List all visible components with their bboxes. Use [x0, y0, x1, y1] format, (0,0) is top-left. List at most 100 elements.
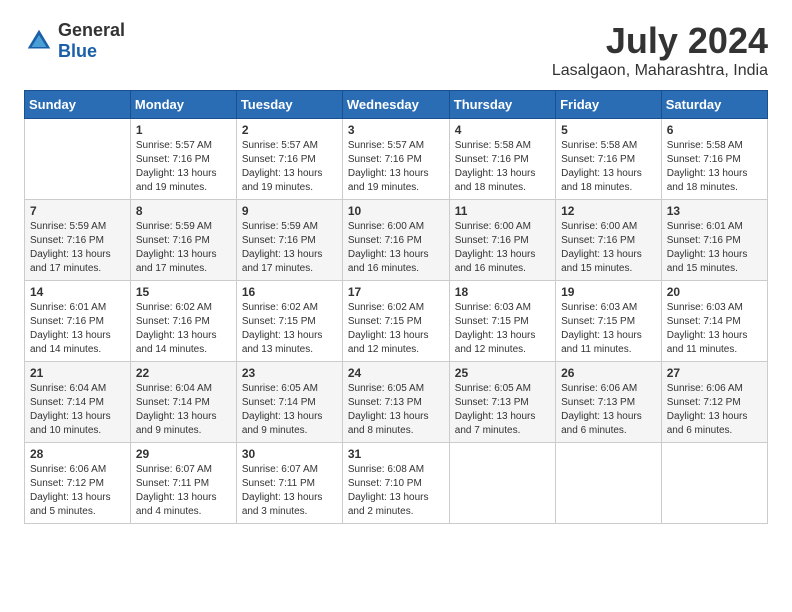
calendar-cell: 26Sunrise: 6:06 AMSunset: 7:13 PMDayligh…: [556, 362, 662, 443]
calendar-cell: 19Sunrise: 6:03 AMSunset: 7:15 PMDayligh…: [556, 281, 662, 362]
month-year: July 2024: [552, 20, 768, 62]
day-number: 7: [30, 204, 125, 218]
page-header: General Blue July 2024 Lasalgaon, Mahara…: [24, 20, 768, 80]
day-info: Sunrise: 6:00 AMSunset: 7:16 PMDaylight:…: [455, 220, 550, 276]
day-info: Sunrise: 6:02 AMSunset: 7:15 PMDaylight:…: [348, 301, 444, 357]
day-number: 14: [30, 285, 125, 299]
calendar-table: Sunday Monday Tuesday Wednesday Thursday…: [24, 90, 768, 524]
calendar-cell: [556, 443, 662, 524]
calendar-cell: 20 Sunrise: 6:03 AMSunset: 7:14 PMDayligh…: [661, 281, 767, 362]
day-number: 11: [455, 204, 550, 218]
calendar-week-1: 1 Sunrise: 5:57 AMSunset: 7:16 PMDaylight…: [25, 119, 768, 200]
calendar-week-5: 28 Sunrise: 6:06 AMSunset: 7:12 PMDayligh…: [25, 443, 768, 524]
logo-text: General Blue: [58, 20, 125, 62]
calendar-week-2: 7 Sunrise: 5:59 AMSunset: 7:16 PMDaylight…: [25, 200, 768, 281]
calendar-week-3: 14 Sunrise: 6:01 AMSunset: 7:16 PMDayligh…: [25, 281, 768, 362]
day-info: Sunrise: 5:58 AMSunset: 7:16 PMDaylight:…: [455, 139, 550, 195]
calendar-cell: 4 Sunrise: 5:58 AMSunset: 7:16 PMDaylight…: [449, 119, 555, 200]
day-info: Sunrise: 6:01 AMSunset: 7:16 PMDaylight:…: [30, 301, 125, 357]
title-section: July 2024 Lasalgaon, Maharashtra, India: [552, 20, 768, 80]
day-info: Sunrise: 6:06 AMSunset: 7:12 PMDaylight:…: [667, 382, 762, 438]
col-tuesday: Tuesday: [236, 91, 342, 119]
day-info: Sunrise: 5:59 AMSunset: 7:16 PMDaylight:…: [136, 220, 231, 276]
day-info: Sunrise: 6:07 AMSunset: 7:11 PMDaylight:…: [136, 463, 231, 519]
day-info: Sunrise: 5:59 AMSunset: 7:16 PMDaylight:…: [242, 220, 337, 276]
calendar-cell: 18Sunrise: 6:03 AMSunset: 7:15 PMDayligh…: [449, 281, 555, 362]
day-number: 27: [667, 366, 762, 380]
calendar-cell: 11 Sunrise: 6:00 AMSunset: 7:16 PMDayligh…: [449, 200, 555, 281]
day-info: Sunrise: 6:05 AMSunset: 7:13 PMDaylight:…: [348, 382, 444, 438]
day-info: Sunrise: 6:05 AMSunset: 7:14 PMDaylight:…: [242, 382, 337, 438]
calendar-cell: 16 Sunrise: 6:02 AMSunset: 7:15 PMDayligh…: [236, 281, 342, 362]
calendar-cell: 14 Sunrise: 6:01 AMSunset: 7:16 PMDayligh…: [25, 281, 131, 362]
day-number: 10: [348, 204, 444, 218]
day-number: 28: [30, 447, 125, 461]
day-info: Sunrise: 6:08 AMSunset: 7:10 PMDaylight:…: [348, 463, 444, 519]
day-info: Sunrise: 6:03 AMSunset: 7:15 PMDaylight:…: [561, 301, 656, 357]
day-info: Sunrise: 6:02 AMSunset: 7:15 PMDaylight:…: [242, 301, 337, 357]
day-number: 2: [242, 123, 337, 137]
logo-blue: Blue: [58, 41, 97, 61]
calendar-cell: 15 Sunrise: 6:02 AMSunset: 7:16 PMDayligh…: [130, 281, 236, 362]
day-number: 4: [455, 123, 550, 137]
calendar-cell: 22 Sunrise: 6:04 AMSunset: 7:14 PMDayligh…: [130, 362, 236, 443]
calendar-cell: 21Sunrise: 6:04 AMSunset: 7:14 PMDayligh…: [25, 362, 131, 443]
day-info: Sunrise: 5:59 AMSunset: 7:16 PMDaylight:…: [30, 220, 125, 276]
day-info: Sunrise: 6:05 AMSunset: 7:13 PMDaylight:…: [455, 382, 550, 438]
day-info: Sunrise: 6:00 AMSunset: 7:16 PMDaylight:…: [561, 220, 656, 276]
day-number: 24: [348, 366, 444, 380]
day-number: 31: [348, 447, 444, 461]
day-number: 20: [667, 285, 762, 299]
day-info: Sunrise: 5:57 AMSunset: 7:16 PMDaylight:…: [242, 139, 337, 195]
day-number: 16: [242, 285, 337, 299]
col-saturday: Saturday: [661, 91, 767, 119]
day-info: Sunrise: 6:06 AMSunset: 7:12 PMDaylight:…: [30, 463, 125, 519]
calendar-cell: 13Sunrise: 6:01 AMSunset: 7:16 PMDayligh…: [661, 200, 767, 281]
calendar-cell: 3Sunrise: 5:57 AMSunset: 7:16 PMDaylight…: [342, 119, 449, 200]
day-info: Sunrise: 6:06 AMSunset: 7:13 PMDaylight:…: [561, 382, 656, 438]
day-info: Sunrise: 6:07 AMSunset: 7:11 PMDaylight:…: [242, 463, 337, 519]
calendar-cell: 27 Sunrise: 6:06 AMSunset: 7:12 PMDayligh…: [661, 362, 767, 443]
calendar-cell: 28 Sunrise: 6:06 AMSunset: 7:12 PMDayligh…: [25, 443, 131, 524]
day-info: Sunrise: 6:02 AMSunset: 7:16 PMDaylight:…: [136, 301, 231, 357]
calendar-cell: 10 Sunrise: 6:00 AMSunset: 7:16 PMDayligh…: [342, 200, 449, 281]
day-number: 25: [455, 366, 550, 380]
calendar-cell: 9Sunrise: 5:59 AMSunset: 7:16 PMDaylight…: [236, 200, 342, 281]
calendar-cell: 30 Sunrise: 6:07 AMSunset: 7:11 PMDayligh…: [236, 443, 342, 524]
day-info: Sunrise: 6:03 AMSunset: 7:14 PMDaylight:…: [667, 301, 762, 357]
day-info: Sunrise: 5:57 AMSunset: 7:16 PMDaylight:…: [348, 139, 444, 195]
col-sunday: Sunday: [25, 91, 131, 119]
calendar-cell: [449, 443, 555, 524]
calendar-cell: 5 Sunrise: 5:58 AMSunset: 7:16 PMDaylight…: [556, 119, 662, 200]
logo: General Blue: [24, 20, 125, 62]
header-row: Sunday Monday Tuesday Wednesday Thursday…: [25, 91, 768, 119]
day-info: Sunrise: 6:04 AMSunset: 7:14 PMDaylight:…: [136, 382, 231, 438]
calendar-cell: [25, 119, 131, 200]
col-wednesday: Wednesday: [342, 91, 449, 119]
calendar-cell: 6Sunrise: 5:58 AMSunset: 7:16 PMDaylight…: [661, 119, 767, 200]
day-number: 23: [242, 366, 337, 380]
day-info: Sunrise: 6:00 AMSunset: 7:16 PMDaylight:…: [348, 220, 444, 276]
calendar-cell: 8 Sunrise: 5:59 AMSunset: 7:16 PMDaylight…: [130, 200, 236, 281]
day-number: 21: [30, 366, 125, 380]
calendar-cell: 1 Sunrise: 5:57 AMSunset: 7:16 PMDaylight…: [130, 119, 236, 200]
calendar-cell: 12 Sunrise: 6:00 AMSunset: 7:16 PMDayligh…: [556, 200, 662, 281]
calendar-cell: 7 Sunrise: 5:59 AMSunset: 7:16 PMDaylight…: [25, 200, 131, 281]
logo-icon: [24, 26, 54, 56]
day-number: 30: [242, 447, 337, 461]
day-number: 17: [348, 285, 444, 299]
calendar-cell: 29Sunrise: 6:07 AMSunset: 7:11 PMDayligh…: [130, 443, 236, 524]
col-monday: Monday: [130, 91, 236, 119]
day-info: Sunrise: 6:01 AMSunset: 7:16 PMDaylight:…: [667, 220, 762, 276]
day-number: 12: [561, 204, 656, 218]
day-info: Sunrise: 5:57 AMSunset: 7:16 PMDaylight:…: [136, 139, 231, 195]
calendar-cell: 25 Sunrise: 6:05 AMSunset: 7:13 PMDayligh…: [449, 362, 555, 443]
calendar-cell: 23 Sunrise: 6:05 AMSunset: 7:14 PMDayligh…: [236, 362, 342, 443]
day-number: 15: [136, 285, 231, 299]
day-number: 1: [136, 123, 231, 137]
day-number: 8: [136, 204, 231, 218]
day-info: Sunrise: 6:03 AMSunset: 7:15 PMDaylight:…: [455, 301, 550, 357]
day-number: 22: [136, 366, 231, 380]
day-info: Sunrise: 5:58 AMSunset: 7:16 PMDaylight:…: [561, 139, 656, 195]
day-number: 5: [561, 123, 656, 137]
